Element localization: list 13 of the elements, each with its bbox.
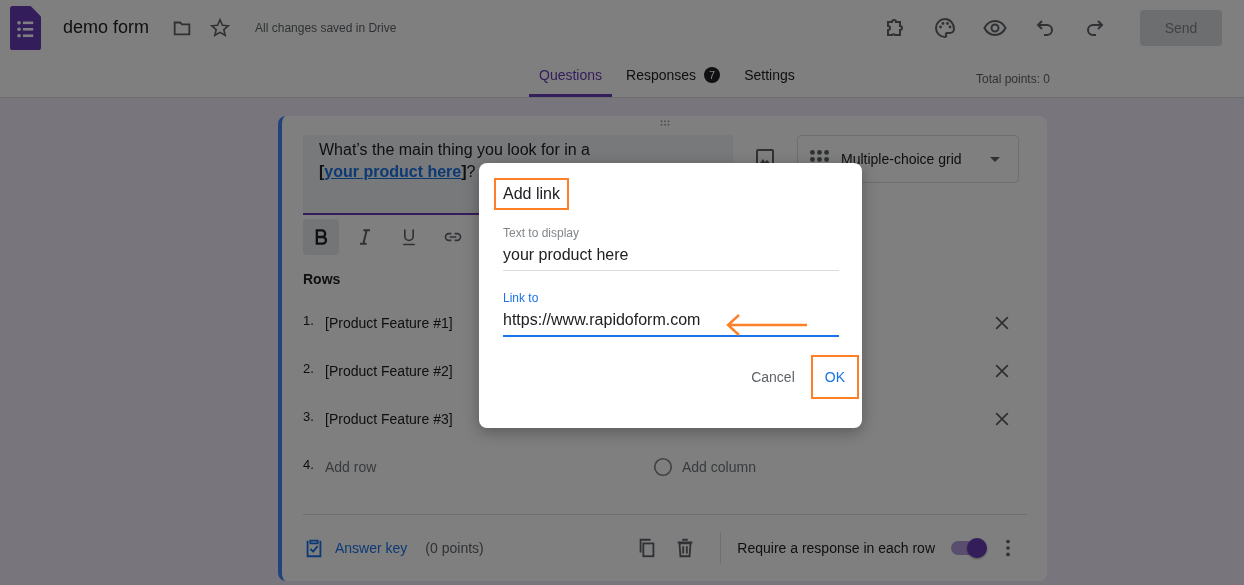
points-label: (0 points) [425, 540, 484, 556]
row-number: 3. [303, 408, 315, 424]
dialog-title: Add link [494, 178, 569, 210]
row-number: 2. [303, 360, 315, 376]
total-points: Total points: 0 [976, 72, 1051, 86]
field-label: Text to display [503, 226, 581, 240]
require-label: Require a response in each row [737, 540, 935, 556]
rows-label: Rows [303, 271, 342, 287]
save-status: All changes saved in Drive [255, 20, 397, 35]
count-badge: 7 [704, 67, 721, 83]
field-label: Link to [503, 291, 540, 305]
row-number: 4. [303, 456, 315, 472]
row-number: 1. [303, 312, 315, 328]
